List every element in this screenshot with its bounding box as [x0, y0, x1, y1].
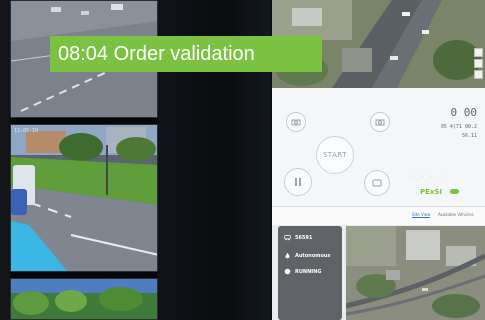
vehicle-status-row: RUNNING — [284, 268, 321, 275]
camera-feed-3-image — [11, 279, 157, 319]
map-zoom-in-button[interactable] — [474, 48, 483, 57]
camera-icon — [375, 119, 385, 126]
camera-feed-2-label: 13:05:1D — [14, 128, 39, 134]
map-layers-button[interactable] — [474, 70, 483, 79]
vehicle-card[interactable]: 56591 Autonomous RUNNING — [278, 226, 342, 320]
camera-feed-2[interactable]: 13:05:1D — [10, 124, 158, 272]
map-zoom-out-button[interactable] — [474, 59, 483, 68]
vehicle-icon — [284, 235, 291, 241]
speed-readout: 0 00 — [450, 106, 478, 119]
vehicle-status: RUNNING — [295, 268, 322, 275]
vehicle-mode: Autonomous — [295, 252, 331, 259]
camera-feed-3[interactable] — [10, 278, 158, 320]
camera-control-button[interactable] — [286, 112, 306, 132]
pause-button[interactable] — [284, 168, 312, 196]
brand-logo: PExSI — [420, 188, 443, 196]
brand-logo-icon — [450, 189, 459, 194]
status-circle-icon — [284, 268, 291, 275]
status-icons: ◦◦◦◦ — [412, 174, 448, 180]
vehicle-mode-row: Autonomous — [284, 252, 330, 259]
satellite-map-bottom-image — [346, 226, 485, 320]
site-map-bottom[interactable] — [346, 226, 485, 320]
camera-control-button-2[interactable] — [370, 112, 390, 132]
vehicle-control-panel: START 0 00 05 4(71 00.2 56.11 ◦◦◦◦ PExSI — [272, 88, 485, 206]
banner-text: 08:04 Order validation — [58, 42, 255, 65]
order-validation-banner: 08:04 Order validation — [50, 36, 322, 72]
camera-icon — [291, 119, 301, 126]
position-readout: 05 4(71 00.2 — [440, 124, 477, 130]
view-tabs: Site View Available Vehicles — [272, 206, 485, 225]
stop-icon — [372, 179, 382, 187]
vehicle-id-row: 56591 — [284, 234, 312, 241]
start-button[interactable]: START — [316, 136, 354, 174]
heading-readout: 56.11 — [461, 133, 477, 139]
drop-icon — [285, 252, 290, 259]
camera-feed-2-image — [11, 125, 157, 271]
start-button-label: START — [322, 151, 348, 159]
tab-site-view[interactable]: Site View — [412, 212, 431, 218]
vehicle-id: 56591 — [295, 234, 313, 241]
map-zoom-controls — [474, 48, 483, 81]
pause-icon — [295, 178, 301, 186]
stop-button[interactable] — [364, 170, 390, 196]
tab-available-vehicles[interactable]: Available Vehicles — [438, 212, 474, 217]
